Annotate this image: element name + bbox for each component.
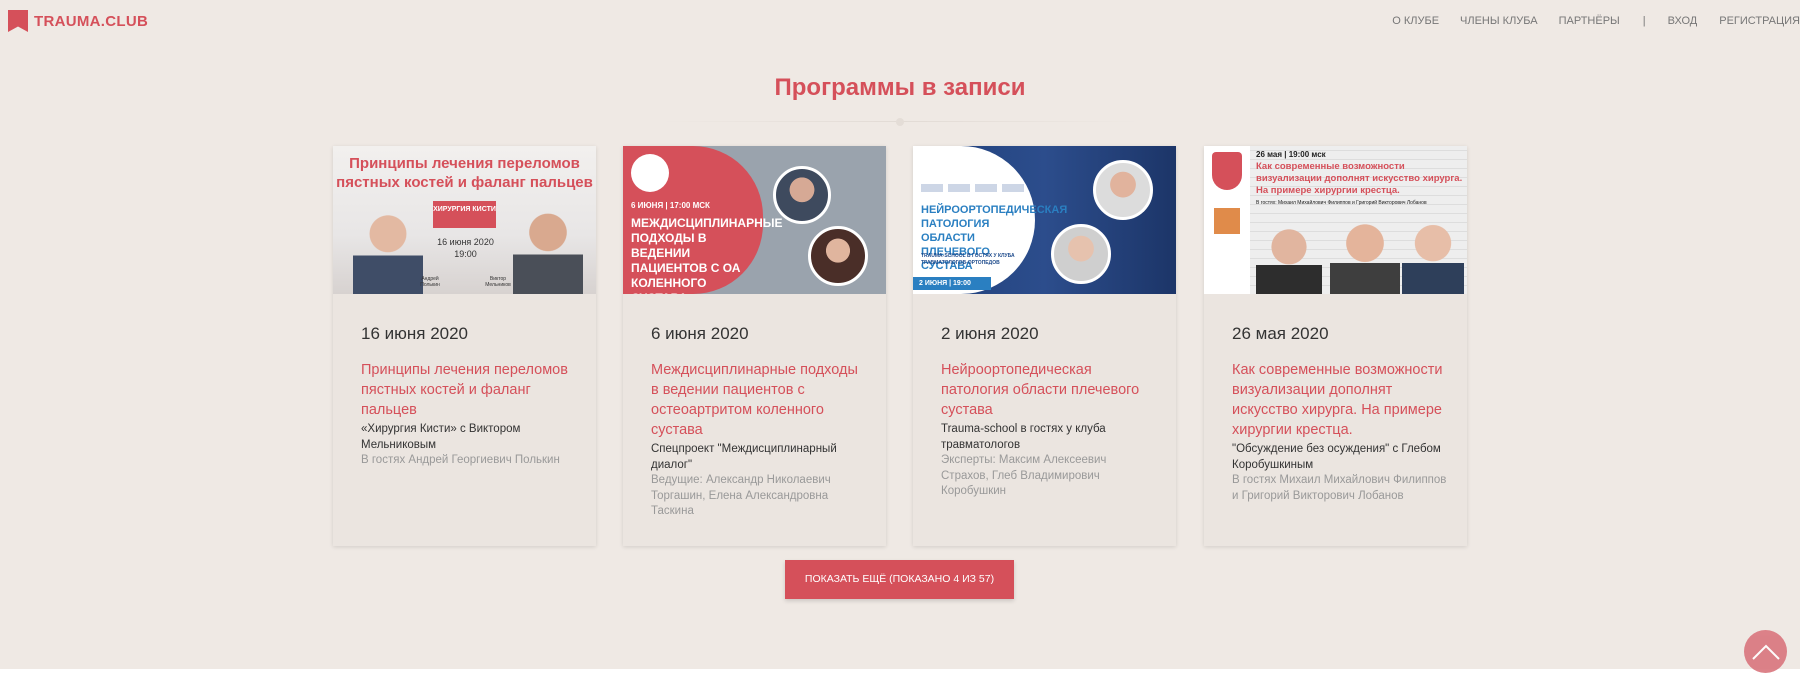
speaker-photo bbox=[1051, 224, 1111, 284]
partner-logo bbox=[921, 184, 943, 192]
program-info: Как современные возможности визуализации… bbox=[1232, 360, 1447, 504]
bookmark-icon bbox=[8, 10, 28, 32]
thumb-subheading: TRAUMA-SCHOOL В ГОСТЯХ У КЛУБА ТРАВМАТОЛ… bbox=[921, 253, 1015, 266]
thumb-speaker-name: Виктор Мельников bbox=[485, 276, 511, 288]
speaker-photo bbox=[808, 226, 868, 286]
program-subtitle: Trauma-school в гостях у клуба травматол… bbox=[941, 423, 1106, 451]
program-guests: Эксперты: Максим Алексеевич Страхов, Гле… bbox=[941, 454, 1107, 497]
footer-strip bbox=[0, 669, 1800, 687]
thumb-date: 6 ИЮНЯ | 17:00 МСК bbox=[631, 201, 710, 210]
program-info: Нейроортопедическая патология области пл… bbox=[941, 360, 1156, 500]
nav-separator: | bbox=[1642, 15, 1646, 27]
nav-partners[interactable]: ПАРТНЁРЫ bbox=[1559, 15, 1620, 27]
section-title: Программы в записи bbox=[774, 74, 1026, 101]
trauma-logo bbox=[1214, 208, 1240, 234]
logo-text: TRAUMA.CLUB bbox=[34, 12, 149, 30]
program-card[interactable]: НЕЙРООРТОПЕДИЧЕСКАЯ ПАТОЛОГИЯ ОБЛАСТИ ПЛ… bbox=[913, 146, 1176, 546]
thumb-badge: ХИРУРГИЯ КИСТИ bbox=[433, 201, 496, 228]
program-card[interactable]: 26 мая | 19:00 мск Как современные возмо… bbox=[1204, 146, 1467, 546]
program-subtitle: «Хирургия Кисти» с Виктором Мельниковым bbox=[361, 423, 521, 451]
program-subtitle: "Обсуждение без осуждения" с Глебом Коро… bbox=[1232, 443, 1441, 471]
program-thumbnail[interactable]: Принципы лечения переломов пястных косте… bbox=[333, 146, 596, 294]
partner-logo bbox=[975, 184, 997, 192]
speaker-photo bbox=[513, 206, 583, 294]
site-logo[interactable]: TRAUMA.CLUB bbox=[8, 10, 148, 32]
thumb-date-bar: 2 ИЮНЯ | 19:00 bbox=[913, 277, 991, 290]
program-title[interactable]: Принципы лечения переломов пястных косте… bbox=[361, 362, 568, 418]
nav-about[interactable]: О КЛУБЕ bbox=[1392, 15, 1439, 27]
speaker-photo bbox=[1093, 160, 1153, 220]
partner-logo bbox=[1002, 184, 1024, 192]
chevron-up-icon bbox=[1751, 644, 1780, 660]
thumb-heading: МЕЖДИСЦИПЛИНАРНЫЕ ПОДХОДЫ В ВЕДЕНИИ ПАЦИ… bbox=[631, 216, 783, 294]
speaker-photo bbox=[1256, 218, 1322, 294]
program-date: 6 июня 2020 bbox=[651, 324, 749, 343]
speaker-photo bbox=[1330, 212, 1400, 294]
program-card[interactable]: 6 ИЮНЯ | 17:00 МСК МЕЖДИСЦИПЛИНАРНЫЕ ПОД… bbox=[623, 146, 886, 546]
program-date: 16 июня 2020 bbox=[361, 324, 469, 343]
program-title[interactable]: Нейроортопедическая патология области пл… bbox=[941, 362, 1139, 418]
program-thumbnail[interactable]: НЕЙРООРТОПЕДИЧЕСКАЯ ПАТОЛОГИЯ ОБЛАСТИ ПЛ… bbox=[913, 146, 1176, 294]
thumb-datetime: 16 июня 2020 19:00 bbox=[428, 236, 503, 260]
program-card[interactable]: Принципы лечения переломов пястных косте… bbox=[333, 146, 596, 546]
program-thumbnail[interactable]: 6 ИЮНЯ | 17:00 МСК МЕЖДИСЦИПЛИНАРНЫЕ ПОД… bbox=[623, 146, 886, 294]
title-divider-dot bbox=[896, 118, 904, 126]
thumb-speaker-name: Андрей Полькин bbox=[420, 276, 440, 288]
program-guests: В гостях Михаил Михайлович Филиппов и Гр… bbox=[1232, 474, 1447, 502]
main-nav: О КЛУБЕ ЧЛЕНЫ КЛУБА ПАРТНЁРЫ | ВХОД РЕГИ… bbox=[1392, 15, 1800, 27]
nav-login[interactable]: ВХОД bbox=[1668, 15, 1698, 27]
nav-members[interactable]: ЧЛЕНЫ КЛУБА bbox=[1460, 15, 1538, 27]
club-logo bbox=[631, 154, 669, 192]
thumb-subheading: В гостях: Михаил Михайлович Филиппов и Г… bbox=[1256, 200, 1427, 206]
nav-register[interactable]: РЕГИСТРАЦИЯ bbox=[1719, 15, 1800, 27]
thumb-date: 16 июня 2020 bbox=[437, 237, 494, 247]
speaker-photo bbox=[353, 208, 423, 294]
thumb-heading: Принципы лечения переломов пястных косте… bbox=[336, 155, 593, 191]
program-date: 26 мая 2020 bbox=[1232, 324, 1329, 343]
top-bar: TRAUMA.CLUB О КЛУБЕ ЧЛЕНЫ КЛУБА ПАРТНЁРЫ… bbox=[0, 0, 1800, 42]
thumb-date: 26 мая | 19:00 мск bbox=[1256, 150, 1326, 159]
program-info: Принципы лечения переломов пястных косте… bbox=[361, 360, 576, 469]
thumb-heading: Как современные возможности визуализации… bbox=[1256, 161, 1463, 196]
program-date: 2 июня 2020 bbox=[941, 324, 1039, 343]
thumb-time: 19:00 bbox=[454, 249, 477, 259]
program-info: Междисциплинарные подходы в ведении паци… bbox=[651, 360, 866, 520]
shield-logo bbox=[1212, 152, 1242, 190]
show-more-button[interactable]: ПОКАЗАТЬ ЕЩЁ (ПОКАЗАНО 4 ИЗ 57) bbox=[785, 560, 1014, 599]
program-title[interactable]: Как современные возможности визуализации… bbox=[1232, 362, 1442, 438]
partner-logo bbox=[948, 184, 970, 192]
program-title[interactable]: Междисциплинарные подходы в ведении паци… bbox=[651, 362, 858, 438]
speaker-photo bbox=[773, 166, 831, 224]
scroll-to-top-button[interactable] bbox=[1744, 630, 1787, 673]
program-guests: Ведущие: Александр Николаевич Торгашин, … bbox=[651, 474, 831, 517]
program-thumbnail[interactable]: 26 мая | 19:00 мск Как современные возмо… bbox=[1204, 146, 1467, 294]
speaker-photo bbox=[1402, 212, 1464, 294]
program-guests: В гостях Андрей Георгиевич Полькин bbox=[361, 454, 560, 466]
program-subtitle: Спецпроект "Междисциплинарный диалог" bbox=[651, 443, 837, 471]
